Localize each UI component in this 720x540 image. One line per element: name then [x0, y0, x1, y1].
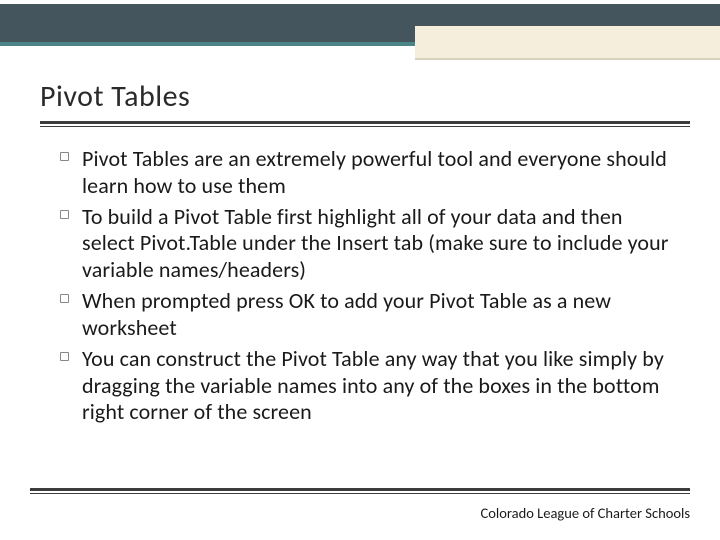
list-item: When prompted press OK to add your Pivot…	[60, 288, 672, 342]
footer-text: Colorado League of Charter Schools	[481, 504, 690, 522]
title-region: Pivot Tables	[40, 78, 690, 127]
title-rule-thin	[40, 126, 690, 127]
bullet-text: You can construct the Pivot Table any wa…	[82, 345, 664, 426]
list-item: You can construct the Pivot Table any wa…	[60, 346, 672, 426]
slide: Pivot Tables Pivot Tables are an extreme…	[0, 0, 720, 540]
bullet-square-icon	[60, 294, 69, 303]
banner-band-cream	[415, 26, 720, 58]
bullet-list: Pivot Tables are an extremely powerful t…	[60, 146, 672, 430]
bullet-text: Pivot Tables are an extremely powerful t…	[82, 145, 667, 199]
banner-band-cream-rule	[415, 58, 720, 60]
bullet-square-icon	[60, 210, 69, 219]
title-rule-thick	[40, 121, 690, 124]
bullet-text: To build a Pivot Table first highlight a…	[82, 203, 669, 284]
list-item: Pivot Tables are an extremely powerful t…	[60, 146, 672, 200]
list-item: To build a Pivot Table first highlight a…	[60, 204, 672, 284]
bottom-rule-thick	[30, 488, 690, 491]
bullet-text: When prompted press OK to add your Pivot…	[82, 287, 611, 341]
bullet-square-icon	[60, 352, 69, 361]
bullet-square-icon	[60, 152, 69, 161]
slide-title: Pivot Tables	[40, 78, 690, 119]
bottom-rule-thin	[30, 493, 690, 494]
bottom-rule	[30, 488, 690, 494]
